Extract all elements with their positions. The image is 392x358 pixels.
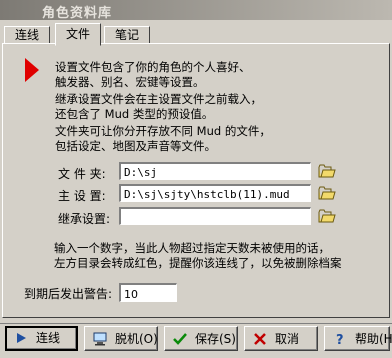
play-icon: [17, 333, 26, 343]
close-icon: [254, 333, 266, 345]
description-line-2: 触发器、别名、宏键等设置。: [55, 75, 205, 89]
browse-folder-button[interactable]: [318, 163, 336, 179]
folder-icon: [318, 209, 336, 223]
idle-note-line-1: 输入一个数字，当此人物超过指定天数未被使用的话，: [54, 241, 330, 255]
offline-button[interactable]: 脱机(O): [84, 326, 158, 351]
browse-main-settings-button[interactable]: [318, 185, 336, 201]
description-line-6: 包括设定、地图及声音等文件。: [55, 139, 216, 153]
inherit-settings-label: 继承设置:: [58, 212, 111, 226]
computer-icon: [93, 332, 107, 346]
tab-connect[interactable]: 连线: [4, 26, 51, 44]
folder-input[interactable]: D:\sj: [119, 162, 311, 180]
browse-inherit-settings-button[interactable]: [318, 208, 336, 224]
description-line-3: 继承设置文件会在主设置文件之前载入，: [55, 92, 262, 106]
folder-icon: [318, 186, 336, 200]
main-settings-input[interactable]: D:\sj\sjty\hstclb(11).mud: [119, 184, 311, 202]
title-bar: 角色资料库: [0, 0, 392, 21]
help-icon: ?: [336, 333, 344, 346]
help-button[interactable]: ? 帮助(H): [324, 326, 392, 351]
tab-files[interactable]: 文件: [55, 23, 102, 46]
inherit-settings-input[interactable]: [119, 207, 311, 225]
tab-strip: 连线 文件 笔记: [0, 22, 392, 46]
window-title: 角色资料库: [42, 6, 113, 21]
tab-notes[interactable]: 笔记: [104, 26, 151, 44]
expiry-days-input[interactable]: 10: [119, 283, 177, 302]
connect-button[interactable]: 连线: [5, 326, 78, 351]
folder-label: 文 件 夹:: [58, 167, 106, 181]
folder-icon: [318, 164, 336, 178]
save-button[interactable]: 保存(S): [164, 326, 238, 351]
description-line-4: 还包含了 Mud 类型的预设值。: [55, 107, 214, 121]
red-arrow-icon: [25, 58, 39, 82]
description-line-1: 设置文件包含了你的角色的个人喜好、: [55, 60, 251, 74]
checkmark-icon: [173, 333, 187, 345]
svg-text:?: ?: [336, 333, 344, 346]
cancel-button[interactable]: 取消: [244, 326, 318, 351]
expiry-label: 到期后发出警告:: [24, 287, 113, 301]
idle-note-line-2: 左方目录会转成红色，提醒你该连线了，以免被删除档案: [54, 256, 342, 270]
main-settings-label: 主 设 置:: [58, 189, 106, 203]
description-line-5: 文件夹可让你分开存放不同 Mud 的文件，: [55, 124, 271, 138]
